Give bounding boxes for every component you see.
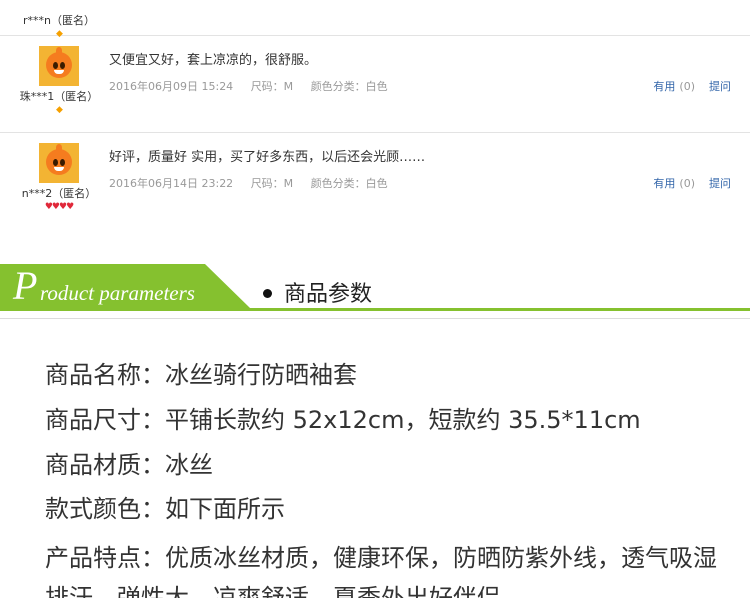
review-actions: 有用 (0) 提问 [653,78,731,94]
diamond-icon: ◆ [56,105,63,115]
param-label: 产品特点： [45,544,165,572]
ask-link[interactable]: 提问 [709,80,731,93]
section-divider [0,308,750,311]
param-value: 平铺长款约 52x12cm，短款约 35.5*11cm [165,406,641,434]
rank-badge: ♥♥♥♥ [0,201,118,213]
useful-count: (0) [679,80,695,93]
review-date: 2016年06月14日 23:22 [109,177,234,190]
banner-initial: P [13,263,38,308]
param-row: 商品材质：冰丝 [45,445,213,480]
param-label: 商品名称： [45,361,165,389]
review-actions: 有用 (0) 提问 [653,175,731,191]
param-value: 冰丝 [165,451,213,479]
review-meta: 2016年06月09日 15:24 尺码：M 颜色分类：白色 [109,78,402,94]
heart-icon: ♥ [44,202,53,212]
section-title-text: 商品参数 [284,282,373,307]
heart-icon: ♥ [51,202,60,212]
review-username: r***n（匿名） [23,14,95,27]
review-size: 尺码：M [250,80,294,93]
review-item: 珠***1（匿名） ◆ 又便宜又好，套上凉凉的，很舒服。 2016年06月09日… [0,36,750,133]
avatar-icon[interactable] [39,143,79,183]
param-value: 冰丝骑行防晒袖套 [165,361,357,389]
useful-link[interactable]: 有用 [653,80,675,93]
review-content: 又便宜又好，套上凉凉的，很舒服。 [109,53,318,68]
product-detail-page: r***n（匿名） ◆ 珠***1（匿名） ◆ 又便宜又好，套上凉凉的，很舒服。… [0,0,750,598]
bullet-dot-icon [263,288,272,298]
review-username: 珠***1（匿名） [19,90,99,103]
review-size: 尺码：M [250,177,294,190]
param-row: 产品特点：优质冰丝材质，健康环保，防晒防紫外线，透气吸湿排汗，弹性大，凉爽舒适，… [45,538,735,598]
review-color: 颜色分类：白色 [310,80,388,93]
section-divider-thin [0,318,750,319]
review-item: n***2（匿名） ♥♥♥♥ 好评，质量好 实用，买了好多东西，以后还会光顾……… [0,133,750,229]
rank-badge: ◆ [0,104,118,116]
heart-icon: ♥ [66,202,74,212]
param-row: 款式颜色：如下面所示 [45,489,285,524]
param-label: 商品材质： [45,451,165,479]
banner-text: roduct parameters [40,281,195,305]
section-banner: P roduct parameters [0,264,250,308]
useful-count: (0) [679,177,695,190]
review-content: 好评，质量好 实用，买了好多东西，以后还会光顾…… [109,150,426,165]
param-label: 款式颜色： [45,495,165,523]
avatar-icon[interactable] [39,46,79,86]
section-title: 商品参数 [263,276,372,308]
review-item: r***n（匿名） ◆ [0,0,750,39]
review-color: 颜色分类：白色 [310,177,388,190]
param-label: 商品尺寸： [45,406,165,434]
review-username: n***2（匿名） [21,187,97,200]
review-meta: 2016年06月14日 23:22 尺码：M 颜色分类：白色 [109,175,402,191]
useful-link[interactable]: 有用 [653,177,675,190]
param-row: 商品尺寸：平铺长款约 52x12cm，短款约 35.5*11cm [45,400,641,435]
review-date: 2016年06月09日 15:24 [109,80,234,93]
product-parameters-header: P roduct parameters 商品参数 [0,264,750,322]
param-value: 如下面所示 [165,495,285,523]
ask-link[interactable]: 提问 [709,177,731,190]
param-row: 商品名称：冰丝骑行防晒袖套 [45,355,357,390]
